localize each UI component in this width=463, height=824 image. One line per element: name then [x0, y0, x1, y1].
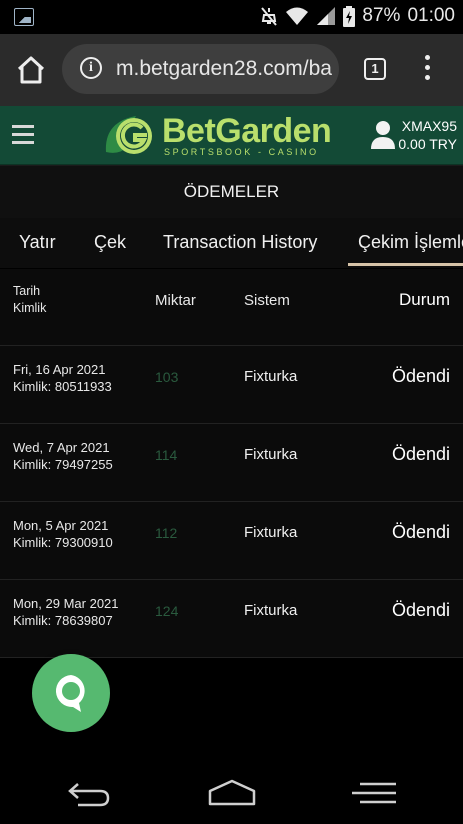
gallery-icon: [14, 8, 34, 26]
row-id: Kimlik: 78639807: [13, 613, 113, 628]
table-row[interactable]: Fri, 16 Apr 2021 Kimlik: 80511933 103 Fi…: [0, 346, 463, 424]
chat-icon: [55, 675, 85, 712]
row-status: Ödendi: [391, 366, 450, 386]
row-amount: 112: [155, 525, 178, 541]
more-vert-icon[interactable]: [422, 55, 432, 85]
tab-withdraw[interactable]: Çek: [94, 232, 126, 253]
tab-deposit[interactable]: Yatır: [19, 232, 56, 253]
logo[interactable]: BetGarden SPORTSBOOK - CASINO: [102, 110, 332, 160]
logo-leaf-icon: [105, 116, 152, 154]
row-system: Fixturka: [244, 446, 298, 463]
table-row[interactable]: Mon, 29 Mar 2021 Kimlik: 78639807 124 Fi…: [0, 580, 463, 658]
row-date: Mon, 29 Mar 2021: [13, 596, 119, 611]
balance: 0.00 TRY: [398, 136, 457, 152]
back-icon[interactable]: [66, 778, 112, 808]
logo-text: BetGarden: [162, 112, 332, 150]
info-icon[interactable]: i: [80, 57, 102, 79]
username[interactable]: XMAX95: [402, 118, 457, 134]
row-system: Fixturka: [244, 602, 298, 619]
url-text[interactable]: m.betgarden28.com/ba: [116, 57, 332, 81]
site-header: BetGarden SPORTSBOOK - CASINO XMAX95 0.0…: [0, 106, 463, 165]
row-system: Fixturka: [244, 524, 298, 541]
live-chat-button[interactable]: [32, 654, 110, 732]
battery-icon: [343, 5, 356, 27]
withdrawals-table: Tarih Kimlik Miktar Sistem Durum Fri, 16…: [0, 269, 463, 658]
row-id: Kimlik: 79497255: [13, 457, 113, 472]
header-amount: Miktar: [155, 292, 196, 309]
battery-percent: 87%: [362, 5, 401, 26]
table-header: Tarih Kimlik Miktar Sistem Durum: [0, 269, 463, 346]
row-status: Ödendi: [391, 522, 450, 542]
row-date: Wed, 7 Apr 2021: [13, 440, 110, 455]
address-bar[interactable]: i m.betgarden28.com/ba: [62, 44, 339, 94]
row-id: Kimlik: 80511933: [13, 379, 112, 394]
row-system: Fixturka: [244, 368, 298, 385]
browser-toolbar: i m.betgarden28.com/ba 1: [0, 34, 463, 106]
nav-home-icon[interactable]: [207, 778, 257, 808]
wifi-icon: [286, 7, 309, 25]
row-date-cell: Mon, 5 Apr 2021 Kimlik: 79300910: [13, 517, 113, 551]
row-amount: 114: [155, 447, 178, 463]
clock: 01:00: [407, 5, 455, 26]
tab-withdrawal-transactions[interactable]: Çekim İşlemleri: [358, 232, 463, 253]
system-nav-bar: [0, 756, 463, 824]
header-date-label: Tarih: [13, 284, 41, 298]
tab-transaction-history[interactable]: Transaction History: [163, 232, 317, 253]
row-status: Ödendi: [391, 444, 450, 464]
tab-switcher-button[interactable]: 1: [364, 58, 386, 80]
signal-icon: [317, 7, 336, 25]
mute-icon: [261, 7, 278, 26]
header-id-label: Kimlik: [13, 301, 47, 315]
status-icons: 87% 01:00: [260, 5, 455, 27]
row-date-cell: Fri, 16 Apr 2021 Kimlik: 80511933: [13, 361, 112, 395]
recents-icon[interactable]: [350, 778, 398, 808]
row-date-cell: Wed, 7 Apr 2021 Kimlik: 79497255: [13, 439, 113, 473]
row-amount: 124: [155, 603, 179, 619]
header-system: Sistem: [244, 292, 290, 309]
page-title: ÖDEMELER: [183, 182, 280, 201]
row-date: Mon, 5 Apr 2021: [13, 518, 109, 533]
header-date: Tarih Kimlik: [13, 283, 46, 317]
logo-subtitle: SPORTSBOOK - CASINO: [164, 147, 319, 157]
hamburger-icon[interactable]: [12, 125, 34, 145]
header-status: Durum: [398, 290, 450, 309]
row-date: Fri, 16 Apr 2021: [13, 362, 106, 377]
row-amount: 103: [155, 369, 179, 385]
page-title-bar: ÖDEMELER: [0, 165, 463, 219]
table-row[interactable]: Wed, 7 Apr 2021 Kimlik: 79497255 114 Fix…: [0, 424, 463, 502]
status-bar: 87% 01:00: [0, 0, 463, 34]
active-tab-indicator: [348, 263, 463, 266]
row-id: Kimlik: 79300910: [13, 535, 113, 550]
home-icon[interactable]: [14, 54, 48, 86]
row-status: Ödendi: [391, 600, 450, 620]
row-date-cell: Mon, 29 Mar 2021 Kimlik: 78639807: [13, 595, 119, 629]
user-icon[interactable]: [370, 120, 396, 150]
tab-bar: Yatır Çek Transaction History Çekim İşle…: [0, 218, 463, 268]
table-row[interactable]: Mon, 5 Apr 2021 Kimlik: 79300910 112 Fix…: [0, 502, 463, 580]
